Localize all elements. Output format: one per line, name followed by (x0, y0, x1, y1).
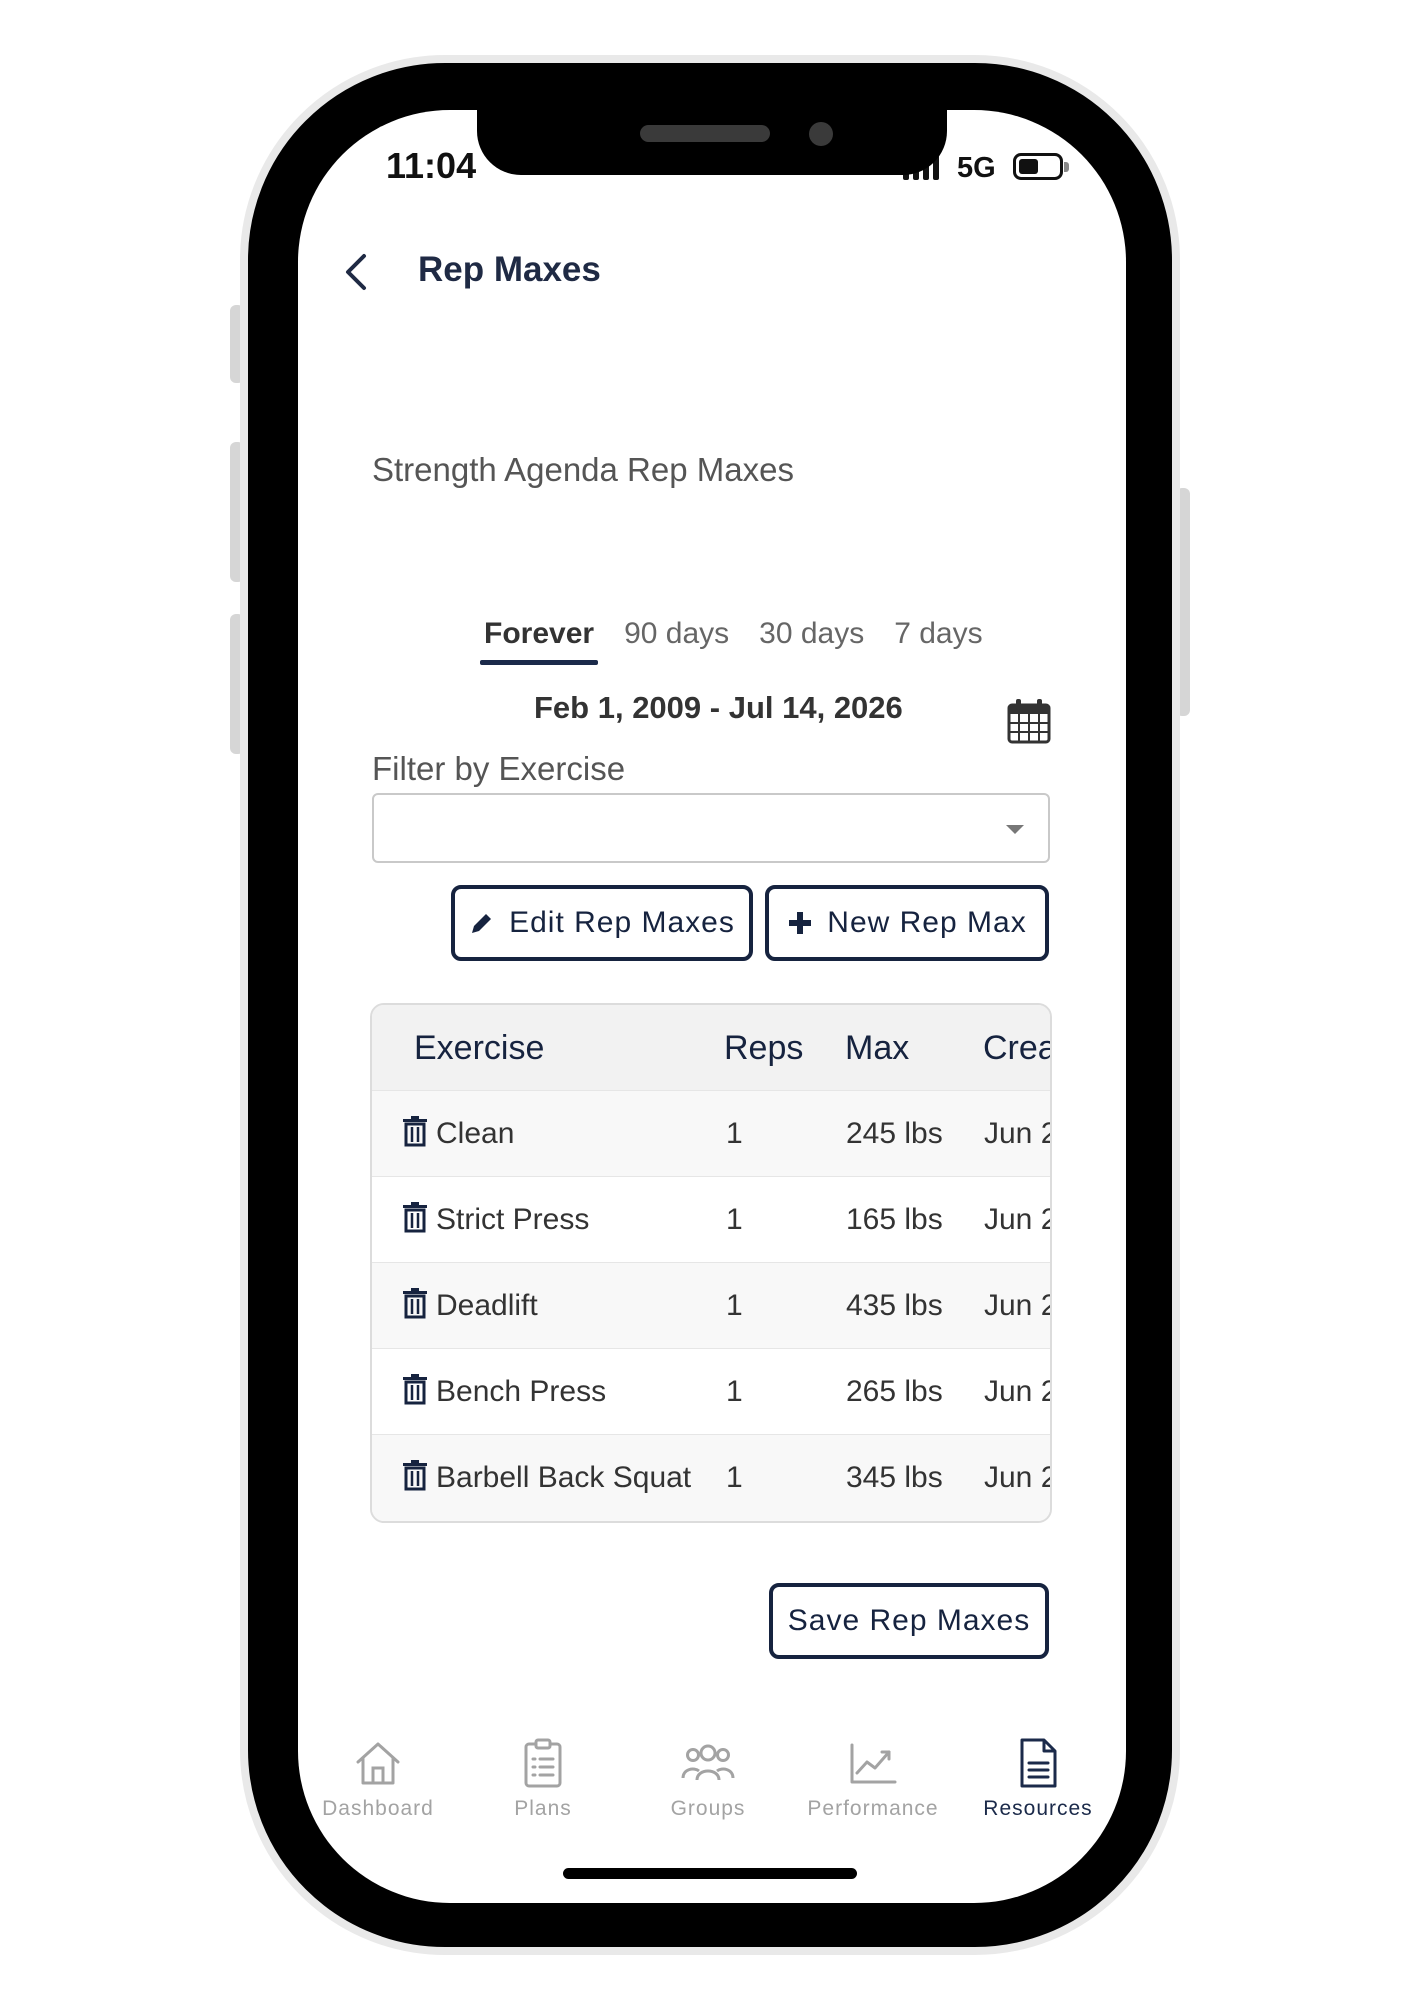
cell-max: 245 lbs (846, 1117, 943, 1150)
cell-exercise: Bench Press (436, 1375, 607, 1408)
date-range: Feb 1, 2009 - Jul 14, 2026 (534, 690, 903, 725)
rep-maxes-table: Exercise Reps Max Crea Clean 1 245 lbs J… (370, 1003, 1052, 1523)
cell-created: Jun 2 (984, 1117, 1052, 1150)
cell-created: Jun 2 (984, 1375, 1052, 1408)
trash-icon[interactable] (402, 1287, 428, 1319)
cell-reps: 1 (726, 1203, 743, 1236)
battery-icon (1013, 153, 1069, 180)
cell-exercise: Clean (436, 1117, 515, 1150)
back-arrow-icon[interactable] (340, 250, 376, 294)
new-button-label: New Rep Max (827, 906, 1027, 939)
table-row: Bench Press 1 265 lbs Jun 2 (372, 1349, 1050, 1435)
column-header-reps[interactable]: Reps (724, 1029, 803, 1068)
nav-plans[interactable]: Plans (473, 1735, 613, 1821)
nav-label-resources: Resources (983, 1797, 1093, 1820)
column-header-created[interactable]: Crea (983, 1029, 1050, 1068)
nav-resources[interactable]: Resources (968, 1735, 1108, 1821)
users-icon (681, 1744, 735, 1781)
column-header-exercise[interactable]: Exercise (414, 1029, 544, 1068)
tab-90-days[interactable]: 90 days (624, 617, 729, 661)
edit-rep-maxes-button[interactable]: Edit Rep Maxes (451, 885, 753, 961)
cell-max: 165 lbs (846, 1203, 943, 1236)
table-row: Deadlift 1 435 lbs Jun 2 (372, 1263, 1050, 1349)
page-title: Rep Maxes (418, 250, 601, 289)
calendar-icon[interactable] (1006, 697, 1052, 745)
cell-created: Jun 2 (984, 1289, 1052, 1322)
cell-created: Jun 2 (984, 1203, 1052, 1236)
nav-label-performance: Performance (807, 1797, 939, 1820)
cell-max: 265 lbs (846, 1375, 943, 1408)
trash-icon[interactable] (402, 1201, 428, 1233)
table-body: Clean 1 245 lbs Jun 2 Strict Press 1 165… (372, 1091, 1050, 1521)
nav-groups[interactable]: Groups (638, 1735, 778, 1821)
clipboard-icon (524, 1738, 562, 1788)
table-header: Exercise Reps Max Crea (372, 1005, 1050, 1091)
cell-max: 345 lbs (846, 1461, 943, 1494)
table-row: Clean 1 245 lbs Jun 2 (372, 1091, 1050, 1177)
save-rep-maxes-button[interactable]: Save Rep Maxes (769, 1583, 1049, 1659)
cell-exercise: Barbell Back Squat (436, 1461, 692, 1494)
cell-reps: 1 (726, 1375, 743, 1408)
edit-button-label: Edit Rep Maxes (509, 906, 735, 939)
cell-max: 435 lbs (846, 1289, 943, 1322)
tab-forever[interactable]: Forever (479, 617, 599, 665)
speaker (640, 125, 770, 142)
tab-7-days[interactable]: 7 days (894, 617, 982, 661)
time-range-tabs: Forever 90 days 30 days 7 days (479, 617, 983, 665)
filter-label: Filter by Exercise (372, 750, 626, 787)
home-indicator (563, 1868, 857, 1879)
table-row: Barbell Back Squat 1 345 lbs Jun 2 (372, 1435, 1050, 1521)
home-icon (356, 1742, 400, 1785)
document-icon (1020, 1738, 1057, 1788)
cell-created: Jun 2 (984, 1461, 1052, 1494)
cell-reps: 1 (726, 1461, 743, 1494)
page-subtitle: Strength Agenda Rep Maxes (372, 451, 794, 488)
cell-reps: 1 (726, 1117, 743, 1150)
pencil-icon (472, 911, 494, 933)
trash-icon[interactable] (402, 1115, 428, 1147)
cell-exercise: Deadlift (436, 1289, 538, 1322)
save-button-label: Save Rep Maxes (787, 1604, 1031, 1637)
nav-dashboard[interactable]: Dashboard (308, 1735, 448, 1821)
chart-icon (850, 1743, 897, 1784)
nav-label-plans: Plans (514, 1797, 572, 1820)
nav-label-groups: Groups (670, 1797, 746, 1820)
chevron-down-icon (1006, 825, 1024, 834)
exercise-filter-select[interactable] (372, 793, 1050, 863)
network-type: 5G (957, 152, 996, 184)
camera (809, 122, 833, 146)
column-header-max[interactable]: Max (845, 1029, 909, 1068)
table-row: Strict Press 1 165 lbs Jun 2 (372, 1177, 1050, 1263)
plus-icon (789, 912, 812, 934)
nav-label-dashboard: Dashboard (322, 1797, 434, 1820)
nav-performance[interactable]: Performance (803, 1735, 943, 1821)
cell-reps: 1 (726, 1289, 743, 1322)
tab-30-days[interactable]: 30 days (759, 617, 864, 661)
trash-icon[interactable] (402, 1373, 428, 1405)
trash-icon[interactable] (402, 1459, 428, 1491)
cell-exercise: Strict Press (436, 1203, 590, 1236)
status-time: 11:04 (386, 145, 477, 186)
new-rep-max-button[interactable]: New Rep Max (765, 885, 1049, 961)
